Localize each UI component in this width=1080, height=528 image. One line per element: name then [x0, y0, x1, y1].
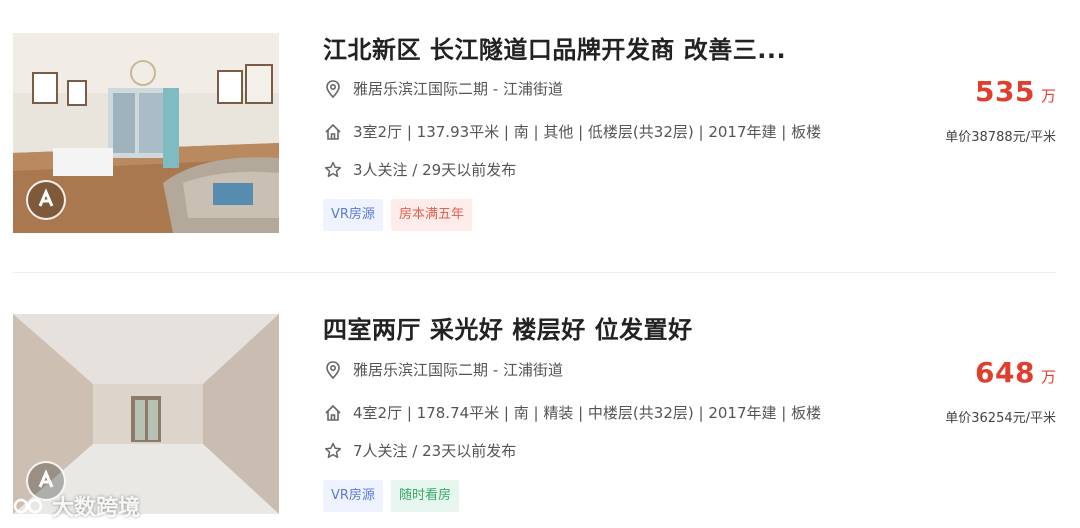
- follow-info: 7人关注 / 23天以前发布: [353, 442, 517, 460]
- tag-vr: VR房源: [323, 480, 383, 512]
- house-icon: [323, 122, 343, 142]
- location-row: 雅居乐滨江国际二期 - 江浦街道: [323, 359, 563, 380]
- listing-title[interactable]: 四室两厅 采光好 楼层好 位发置好: [323, 310, 693, 345]
- house-info: 3室2厅 | 137.93平米 | 南 | 其他 | 低楼层(共32层) | 2…: [353, 123, 822, 141]
- location-separator: -: [488, 79, 503, 98]
- price-unit: 万: [1040, 87, 1056, 105]
- listing-divider: [13, 272, 1056, 273]
- unit-price: 单价38788元/平米: [945, 130, 1056, 145]
- star-icon: [323, 160, 343, 180]
- watermark-text: 大数跨境: [52, 496, 141, 521]
- listing-photo[interactable]: [13, 33, 279, 233]
- unit-price: 单价36254元/平米: [945, 411, 1056, 426]
- watermark-logo-icon: [6, 498, 43, 514]
- price-unit: 万: [1040, 368, 1056, 386]
- tag-list: VR房源 随时看房: [323, 480, 459, 512]
- area-link[interactable]: 江浦街道: [503, 359, 563, 380]
- star-icon: [323, 441, 343, 461]
- house-info-row: 4室2厅 | 178.74平米 | 南 | 精装 | 中楼层(共32层) | 2…: [323, 402, 821, 423]
- price-number: 535: [975, 75, 1035, 108]
- follow-info-row: 3人关注 / 29天以前发布: [323, 159, 516, 180]
- follow-info: 3人关注 / 29天以前发布: [353, 161, 517, 179]
- listing-title[interactable]: 江北新区 长江隧道口品牌开发商 改善三...: [323, 30, 786, 65]
- vr-360-icon[interactable]: [26, 180, 66, 220]
- total-price: 648 万: [975, 356, 1056, 389]
- community-link[interactable]: 雅居乐滨江国际二期: [353, 78, 488, 99]
- tag-vr: VR房源: [323, 199, 383, 231]
- house-icon: [323, 403, 343, 423]
- area-link[interactable]: 江浦街道: [503, 78, 563, 99]
- location-row: 雅居乐滨江国际二期 - 江浦街道: [323, 78, 563, 99]
- price-number: 648: [975, 356, 1035, 389]
- tag-five-years: 房本满五年: [390, 199, 472, 231]
- total-price: 535 万: [975, 75, 1056, 108]
- location-pin-icon: [323, 360, 343, 380]
- follow-info-row: 7人关注 / 23天以前发布: [323, 440, 516, 461]
- community-link[interactable]: 雅居乐滨江国际二期: [353, 359, 488, 380]
- house-info-row: 3室2厅 | 137.93平米 | 南 | 其他 | 低楼层(共32层) | 2…: [323, 121, 821, 142]
- location-pin-icon: [323, 79, 343, 99]
- house-info: 4室2厅 | 178.74平米 | 南 | 精装 | 中楼层(共32层) | 2…: [353, 404, 822, 422]
- tag-viewing-anytime: 随时看房: [390, 480, 459, 512]
- watermark: 大数跨境: [4, 490, 140, 522]
- listing-photo[interactable]: [13, 314, 279, 514]
- tag-list: VR房源 房本满五年: [323, 199, 472, 231]
- location-separator: -: [488, 360, 503, 379]
